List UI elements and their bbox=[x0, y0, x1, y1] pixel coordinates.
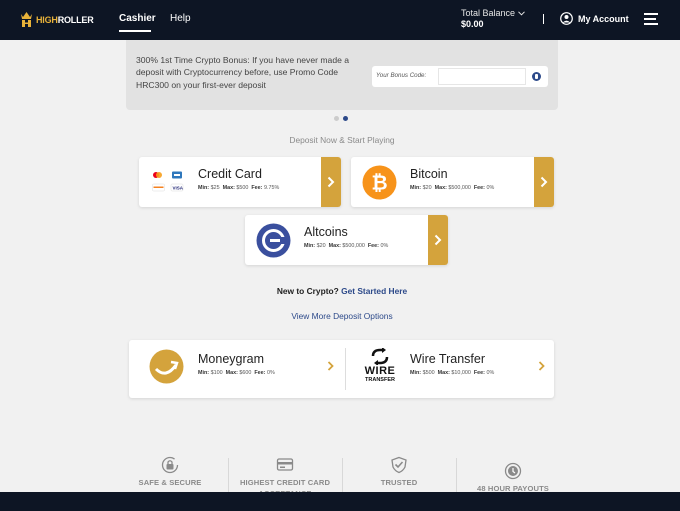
trust-label: SAFE & SECURE bbox=[138, 478, 202, 487]
wire-transfer-icon: WIRE TRANSFER bbox=[362, 348, 398, 388]
deposit-method-moneygram[interactable]: Moneygram Min: $100 Max: $600 Fee: 0% bbox=[129, 340, 345, 398]
moneygram-icon bbox=[149, 349, 184, 384]
method-limits: Min: $100 Max: $600 Fee: 0% bbox=[198, 370, 275, 376]
my-account-button[interactable]: My Account bbox=[560, 12, 629, 25]
select-arrow-button[interactable] bbox=[321, 157, 341, 207]
select-arrow-button[interactable] bbox=[534, 157, 554, 207]
select-arrow-button[interactable] bbox=[428, 215, 448, 265]
transfer-logo-text: TRANSFER bbox=[365, 377, 395, 383]
credit-card-icon bbox=[276, 458, 294, 471]
method-name: Bitcoin bbox=[410, 167, 448, 181]
trust-divider bbox=[342, 458, 343, 492]
bonus-code-input[interactable] bbox=[438, 68, 526, 85]
method-name: Altcoins bbox=[304, 225, 348, 239]
promo-text: 300% 1st Time Crypto Bonus: If you have … bbox=[136, 55, 350, 90]
header-divider bbox=[543, 14, 544, 24]
chevron-right-icon bbox=[538, 361, 545, 371]
balance-label: Total Balance bbox=[461, 8, 516, 18]
user-icon bbox=[560, 12, 573, 25]
logo-text-roller: ROLLER bbox=[57, 14, 94, 25]
logo-text-high: HIGH bbox=[36, 14, 58, 25]
trust-badge-trusted: TRUSTED bbox=[344, 456, 454, 489]
balance-value: $0.00 bbox=[461, 19, 484, 29]
chevron-right-icon bbox=[540, 176, 548, 188]
nav-help[interactable]: Help bbox=[170, 13, 191, 24]
wire-logo-text: WIRE bbox=[364, 365, 396, 377]
lock-icon bbox=[161, 456, 179, 474]
other-deposit-methods: Moneygram Min: $100 Max: $600 Fee: 0% WI… bbox=[129, 340, 554, 398]
info-icon[interactable] bbox=[532, 72, 541, 81]
method-limits: Min: $25 Max: $500 Fee: 9.75% bbox=[198, 185, 280, 191]
nav-cashier[interactable]: Cashier bbox=[119, 13, 156, 24]
shield-check-icon bbox=[391, 456, 407, 474]
method-name: Credit Card bbox=[198, 167, 262, 181]
method-name: Moneygram bbox=[198, 352, 264, 366]
active-tab-underline bbox=[119, 30, 151, 32]
deposit-method-altcoins[interactable]: Altcoins Min: $20 Max: $500,000 Fee: 0% bbox=[245, 215, 448, 265]
total-balance-dropdown[interactable]: Total Balance $0.00 bbox=[461, 8, 525, 29]
highroller-logo[interactable]: HIGHROLLER bbox=[20, 11, 94, 28]
svg-text:VISA: VISA bbox=[173, 186, 184, 191]
trust-badge-safe: SAFE & SECURE bbox=[115, 456, 225, 489]
deposit-method-wire-transfer[interactable]: WIRE TRANSFER Wire Transfer Min: $500 Ma… bbox=[346, 340, 554, 398]
my-account-label: My Account bbox=[578, 13, 629, 24]
chevron-right-icon bbox=[327, 361, 334, 371]
method-limits: Min: $20 Max: $500,000 Fee: 0% bbox=[410, 185, 495, 191]
bonus-code-box: Your Bonus Code: bbox=[372, 66, 548, 87]
altcoins-icon bbox=[256, 223, 291, 258]
method-limits: Min: $20 Max: $500,000 Fee: 0% bbox=[304, 243, 389, 249]
chevron-right-icon bbox=[327, 176, 335, 188]
deposit-heading: Deposit Now & Start Playing bbox=[289, 135, 395, 145]
new-to-crypto-text: New to Crypto? bbox=[276, 286, 339, 296]
carousel-dots bbox=[334, 116, 348, 121]
trust-divider bbox=[456, 458, 457, 492]
promo-banner: 300% 1st Time Crypto Bonus: If you have … bbox=[126, 40, 558, 110]
crown-logo-icon bbox=[21, 12, 32, 27]
method-limits: Min: $500 Max: $10,000 Fee: 0% bbox=[410, 370, 495, 376]
menu-icon[interactable] bbox=[644, 13, 658, 25]
clock-icon bbox=[504, 462, 522, 480]
trust-divider bbox=[228, 458, 229, 492]
new-to-crypto-line: New to Crypto? Get Started Here bbox=[0, 286, 680, 296]
deposit-method-credit-card[interactable]: VISA Credit Card Min: $25 Max: $500 Fee:… bbox=[139, 157, 341, 207]
chevron-right-icon bbox=[434, 234, 442, 246]
carousel-dot[interactable] bbox=[334, 116, 339, 121]
view-more-deposit-options-link[interactable]: View More Deposit Options bbox=[0, 311, 680, 321]
method-name: Wire Transfer bbox=[410, 352, 486, 366]
bitcoin-icon: ₿ bbox=[362, 165, 397, 200]
bottom-bar bbox=[0, 492, 680, 511]
chevron-down-icon bbox=[518, 10, 525, 16]
carousel-dot-active[interactable] bbox=[343, 116, 348, 121]
deposit-method-bitcoin[interactable]: ₿ Bitcoin Min: $20 Max: $500,000 Fee: 0% bbox=[351, 157, 554, 207]
credit-card-logos-icon: VISA bbox=[152, 171, 184, 192]
bonus-code-label: Your Bonus Code: bbox=[376, 72, 427, 79]
top-navigation-bar: HIGHROLLER Cashier Help Total Balance $0… bbox=[0, 0, 680, 40]
transfer-arrows-icon bbox=[371, 348, 389, 365]
svg-text:₿: ₿ bbox=[371, 173, 387, 195]
trust-badge-payouts: 48 HOUR PAYOUTS bbox=[458, 462, 568, 495]
get-started-link[interactable]: Get Started Here bbox=[341, 286, 407, 296]
trust-label: TRUSTED bbox=[380, 478, 418, 487]
